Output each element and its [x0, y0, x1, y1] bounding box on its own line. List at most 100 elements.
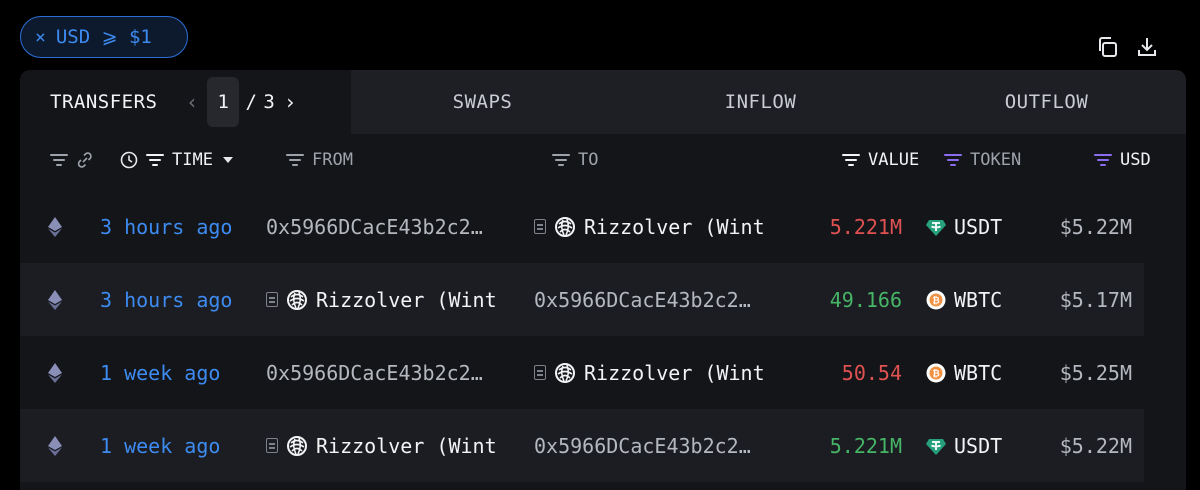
- to-address[interactable]: 0x5966DCacE43b2c2…: [534, 434, 751, 458]
- to-cell: 0x5966DCacE43b2c2…: [534, 263, 780, 336]
- to-entity[interactable]: Rizzolver (Wint: [534, 361, 765, 385]
- to-entity-label: Rizzolver (Wint: [584, 214, 765, 239]
- to-cell: Rizzolver (Wint: [534, 190, 780, 263]
- token-cell[interactable]: ₿ WBTC: [926, 263, 1002, 336]
- token-filter-icon[interactable]: [944, 154, 962, 166]
- table-row[interactable]: 3 hours ago 0x5966DCacE43b2c2… Rizzolver (…: [20, 190, 1144, 263]
- token-cell[interactable]: USDT: [926, 190, 1002, 263]
- ethereum-icon: [46, 263, 64, 336]
- clock-icon: [120, 151, 138, 169]
- time-cell[interactable]: 3 hours ago: [100, 190, 232, 263]
- from-address[interactable]: 0x5966DCacE43b2c2…: [266, 215, 483, 239]
- to-entity[interactable]: Rizzolver (Wint: [534, 215, 765, 239]
- filter-chip-label: USD ⩾ $1: [55, 26, 152, 48]
- time-header-label: TIME: [172, 150, 213, 170]
- remove-filter-icon[interactable]: ×: [35, 27, 46, 48]
- to-address[interactable]: 0x5966DCacE43b2c2…: [534, 288, 751, 312]
- tab-inflow[interactable]: INFLOW: [614, 70, 907, 134]
- table-row[interactable]: 1 week ago 0x5966DCacE43b2c2… Rizzolver (W…: [20, 336, 1144, 409]
- table-row[interactable]: 1 week ago Rizzolver (Wint 0x5966DCacE43b2…: [20, 409, 1144, 482]
- usd-cell: $5.17M: [1059, 287, 1132, 312]
- value-header[interactable]: VALUE: [842, 134, 919, 186]
- ethereum-icon: [46, 190, 64, 263]
- contract-icon: [534, 219, 546, 234]
- value-filter-icon[interactable]: [842, 154, 860, 166]
- from-entity[interactable]: Rizzolver (Wint: [266, 434, 497, 458]
- table-row[interactable]: 3 hours ago Rizzolver (Wint 0x5966DCacE43b…: [20, 263, 1144, 336]
- next-page-button[interactable]: ›: [281, 90, 299, 114]
- tab-bar: TRANSFERS ‹ 1 / 3 › SWAPS INFLOW OUTFLOW: [20, 70, 1186, 134]
- tether-icon: [926, 436, 946, 456]
- from-cell: Rizzolver (Wint: [266, 263, 514, 336]
- token-header[interactable]: TOKEN: [944, 134, 1021, 186]
- from-cell: 0x5966DCacE43b2c2…: [266, 336, 514, 409]
- ethereum-icon: [46, 409, 64, 482]
- sort-desc-icon[interactable]: [221, 155, 235, 165]
- entity-logo-icon: [286, 289, 308, 311]
- total-pages: 3: [263, 91, 276, 113]
- entity-logo-icon: [554, 216, 576, 238]
- copy-icon[interactable]: [1094, 34, 1120, 60]
- from-header-label: FROM: [312, 150, 353, 170]
- usd-header[interactable]: USD: [1094, 134, 1151, 186]
- contract-icon: [534, 365, 546, 380]
- filter-icon[interactable]: [50, 154, 68, 166]
- to-header-label: TO: [578, 150, 599, 170]
- wbtc-icon: ₿: [926, 363, 946, 383]
- transfers-table: 3 hours ago 0x5966DCacE43b2c2… Rizzolver (…: [20, 190, 1144, 482]
- chain-header: [50, 134, 94, 186]
- usd-filter-chip[interactable]: × USD ⩾ $1: [20, 16, 188, 58]
- time-filter-icon[interactable]: [146, 154, 164, 166]
- value-cell: 5.221M: [829, 214, 902, 239]
- time-cell[interactable]: 1 week ago: [100, 409, 220, 482]
- usd-header-label: USD: [1120, 150, 1151, 170]
- token-header-label: TOKEN: [970, 150, 1022, 170]
- value-header-label: VALUE: [868, 150, 920, 170]
- token-cell[interactable]: USDT: [926, 409, 1002, 482]
- time-header[interactable]: TIME: [120, 134, 235, 186]
- entity-logo-icon: [554, 362, 576, 384]
- tab-transfers-label: TRANSFERS: [50, 91, 158, 113]
- value-cell: 50.54: [841, 360, 902, 385]
- to-cell: Rizzolver (Wint: [534, 336, 780, 409]
- usd-cell: $5.22M: [1059, 214, 1132, 239]
- link-icon[interactable]: [76, 151, 94, 169]
- token-symbol: WBTC: [954, 287, 1003, 312]
- from-entity[interactable]: Rizzolver (Wint: [266, 288, 497, 312]
- tab-outflow[interactable]: OUTFLOW: [907, 70, 1186, 134]
- token-symbol: WBTC: [954, 360, 1003, 385]
- from-entity-label: Rizzolver (Wint: [316, 287, 497, 312]
- from-cell: 0x5966DCacE43b2c2…: [266, 190, 514, 263]
- to-filter-icon[interactable]: [552, 154, 570, 166]
- tab-transfers[interactable]: TRANSFERS ‹ 1 / 3 ›: [20, 70, 351, 134]
- usd-cell: $5.25M: [1059, 360, 1132, 385]
- contract-icon: [266, 292, 278, 307]
- svg-text:₿: ₿: [932, 368, 939, 379]
- token-symbol: USDT: [954, 433, 1003, 458]
- usd-filter-icon[interactable]: [1094, 154, 1112, 166]
- from-filter-icon[interactable]: [286, 154, 304, 166]
- from-header[interactable]: FROM: [286, 134, 353, 186]
- toolbar: [1094, 34, 1160, 60]
- prev-page-button[interactable]: ‹: [183, 90, 201, 114]
- entity-logo-icon: [286, 435, 308, 457]
- from-entity-label: Rizzolver (Wint: [316, 433, 497, 458]
- download-icon[interactable]: [1134, 34, 1160, 60]
- value-cell: 49.166: [829, 287, 902, 312]
- value-cell: 5.221M: [829, 433, 902, 458]
- usd-cell: $5.22M: [1059, 433, 1132, 458]
- tab-swaps[interactable]: SWAPS: [351, 70, 614, 134]
- page-separator: /: [245, 91, 258, 113]
- token-symbol: USDT: [954, 214, 1003, 239]
- wbtc-icon: ₿: [926, 290, 946, 310]
- time-cell[interactable]: 3 hours ago: [100, 263, 232, 336]
- to-cell: 0x5966DCacE43b2c2…: [534, 409, 780, 482]
- time-cell[interactable]: 1 week ago: [100, 336, 220, 409]
- ethereum-icon: [46, 336, 64, 409]
- to-entity-label: Rizzolver (Wint: [584, 360, 765, 385]
- token-cell[interactable]: ₿ WBTC: [926, 336, 1002, 409]
- table-header: TIME FROM TO VALUE TOKEN USD: [20, 134, 1186, 186]
- from-address[interactable]: 0x5966DCacE43b2c2…: [266, 361, 483, 385]
- pagination: ‹ 1 / 3 ›: [183, 77, 299, 127]
- to-header[interactable]: TO: [552, 134, 598, 186]
